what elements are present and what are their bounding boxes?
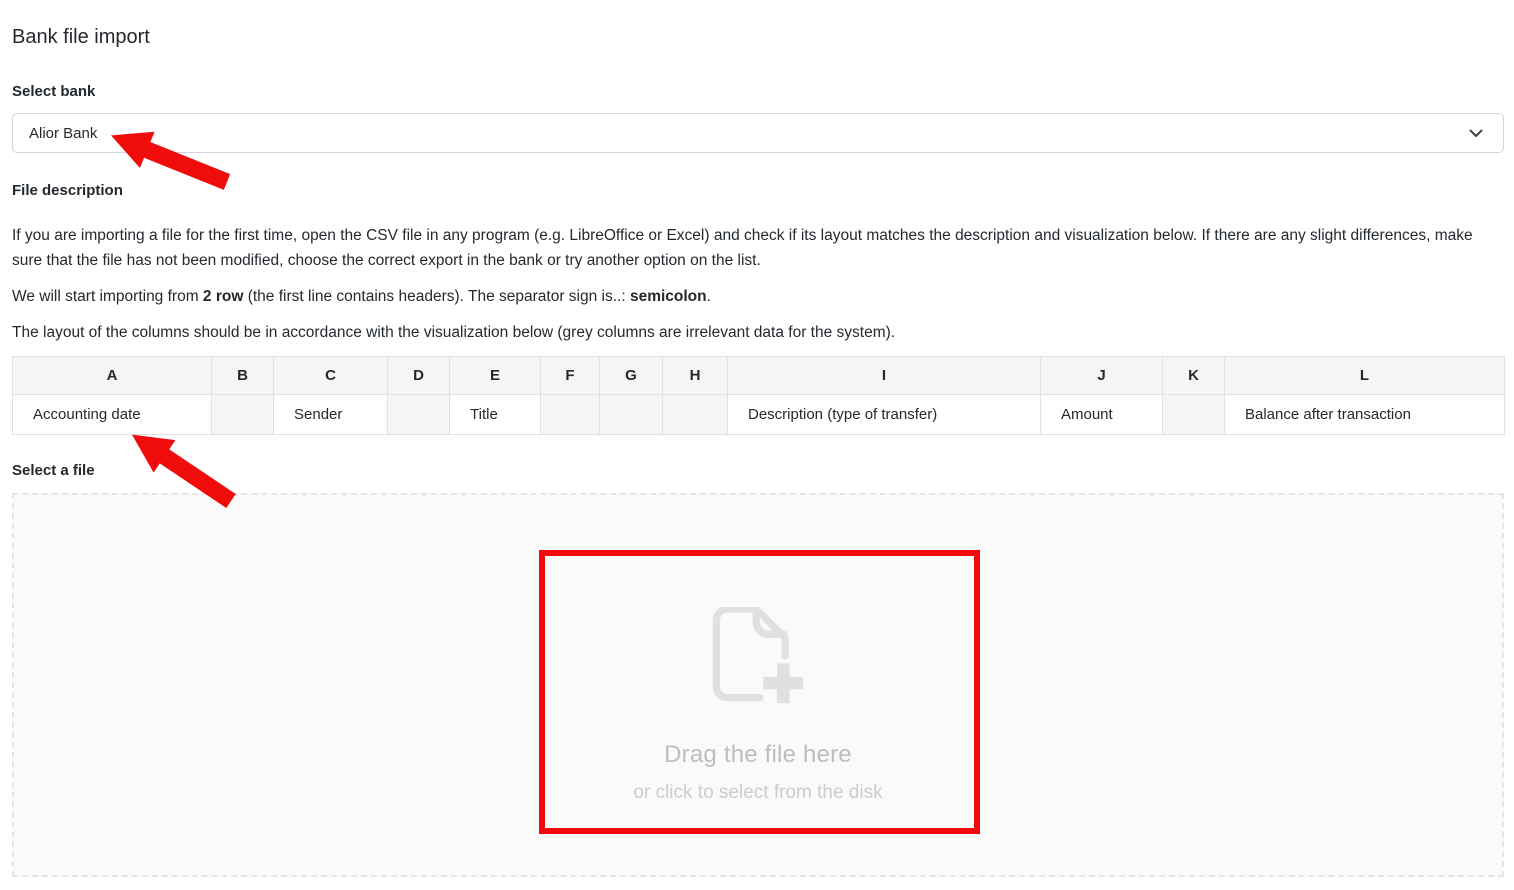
table-cell: Sender	[274, 395, 388, 435]
separator-value: semicolon	[630, 288, 707, 305]
table-header-cell: B	[212, 357, 274, 395]
table-header-cell: F	[541, 357, 600, 395]
table-header-cell: A	[13, 357, 212, 395]
table-header-cell: G	[600, 357, 663, 395]
page-title: Bank file import	[12, 26, 1504, 49]
table-header-cell: E	[450, 357, 541, 395]
table-header-cell: H	[663, 357, 728, 395]
click-select-text: or click to select from the disk	[633, 782, 882, 804]
select-bank-label: Select bank	[12, 83, 1504, 100]
bank-file-import-page: Bank file import Select bank Alior Bank …	[0, 0, 1514, 890]
table-cell: Title	[450, 395, 541, 435]
table-cell	[663, 395, 728, 435]
table-cell: Description (type of transfer)	[728, 395, 1041, 435]
table-cell	[1163, 395, 1225, 435]
table-cell: Accounting date	[13, 395, 212, 435]
table-header-cell: J	[1041, 357, 1163, 395]
drag-file-text: Drag the file here	[664, 741, 852, 769]
csv-layout-table: ABCDEFGHIJKL Accounting dateSenderTitleD…	[12, 356, 1505, 435]
description-paragraph-3: The layout of the columns should be in a…	[12, 320, 1504, 345]
table-header-cell: C	[274, 357, 388, 395]
bank-select-value: Alior Bank	[29, 125, 1469, 142]
start-row-value: 2 row	[203, 288, 243, 305]
table-cell: Amount	[1041, 395, 1163, 435]
table-cell	[212, 395, 274, 435]
table-cell	[388, 395, 450, 435]
file-plus-icon	[711, 607, 805, 707]
select-file-label: Select a file	[12, 462, 1504, 479]
table-data-row: Accounting date Sender Title Description (t…	[13, 395, 1505, 435]
table-header-cell: L	[1225, 357, 1505, 395]
table-cell	[600, 395, 663, 435]
table-header-cell: I	[728, 357, 1041, 395]
import-row-text: We will start importing from	[12, 288, 203, 305]
table-cell: Balance after transaction	[1225, 395, 1505, 435]
separator-text: (the first line contains headers). The s…	[243, 288, 630, 305]
file-description-text: If you are importing a file for the firs…	[12, 223, 1504, 345]
chevron-down-icon	[1469, 129, 1483, 138]
table-header-cell: D	[388, 357, 450, 395]
table-header-row: ABCDEFGHIJKL	[13, 357, 1505, 395]
description-paragraph-1: If you are importing a file for the firs…	[12, 223, 1504, 273]
bank-select[interactable]: Alior Bank	[12, 113, 1504, 153]
description-paragraph-2: We will start importing from 2 row (the …	[12, 284, 1504, 309]
table-cell	[541, 395, 600, 435]
file-description-heading: File description	[12, 182, 1504, 199]
content-container: Bank file import Select bank Alior Bank …	[0, 0, 1514, 877]
sentence-end: .	[707, 288, 711, 305]
file-dropzone[interactable]: Drag the file here or click to select fr…	[12, 493, 1504, 877]
table-header-cell: K	[1163, 357, 1225, 395]
